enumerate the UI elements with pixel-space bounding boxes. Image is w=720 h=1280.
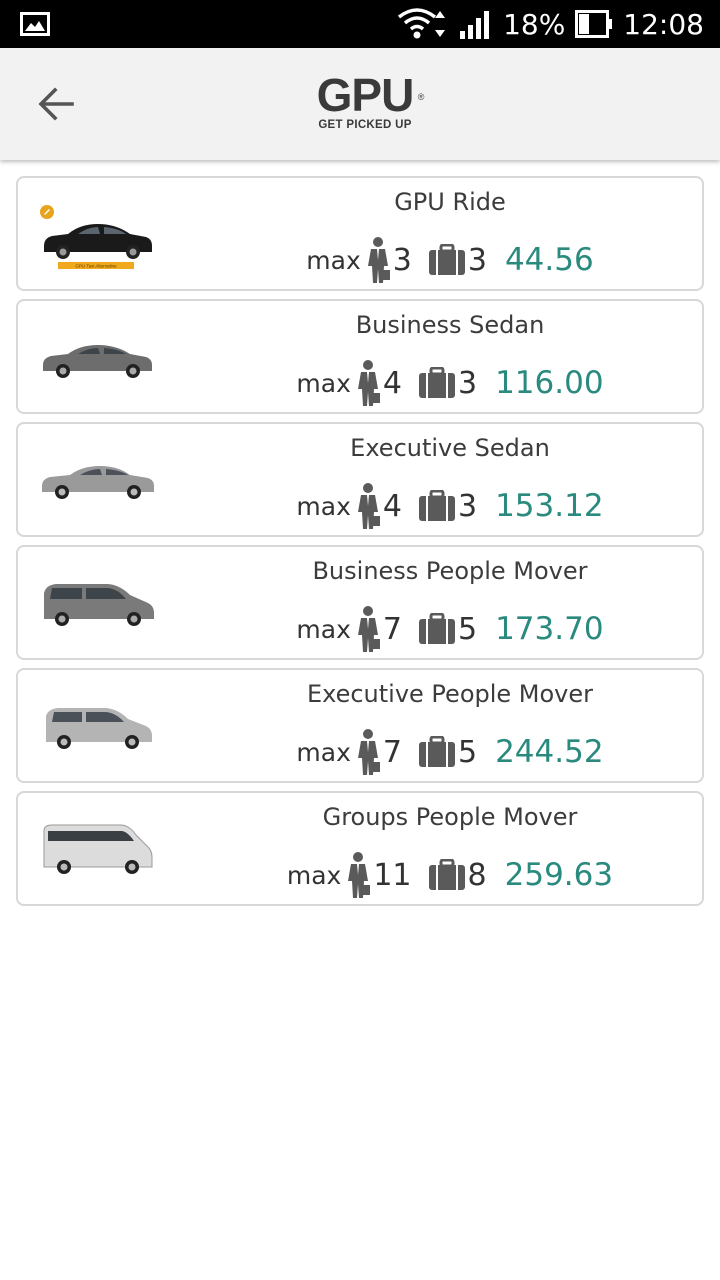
vehicle-specs: max 4 3 153.12 [198, 480, 702, 532]
white-minibus-image [43, 824, 153, 874]
max-label: max [296, 614, 351, 644]
vehicle-card-executive-people-mover[interactable]: Executive People Mover max 7 5 244.52 [16, 668, 704, 783]
passenger-icon [357, 728, 381, 776]
vehicle-card-business-people-mover[interactable]: Business People Mover max 7 5 173.70 [16, 545, 704, 660]
luggage-icon [428, 859, 466, 891]
passenger-icon [357, 482, 381, 530]
battery-icon [575, 10, 613, 38]
luggage-count: 3 [457, 488, 478, 524]
max-label: max [296, 491, 351, 521]
luggage-count: 5 [457, 734, 478, 770]
price: 153.12 [495, 488, 604, 524]
luggage-count: 8 [467, 857, 487, 893]
logo-text: GPU [316, 69, 415, 121]
vehicle-name: Executive Sedan [350, 434, 550, 462]
vehicle-name: Business Sedan [355, 311, 545, 339]
price: 244.52 [495, 734, 604, 770]
vehicle-name: Groups People Mover [322, 803, 578, 831]
signal-icon [459, 9, 493, 39]
gpu-logo: GPU ® GET PICKED UP [300, 72, 430, 136]
passenger-count: 4 [382, 488, 402, 524]
battery-percent: 18% [503, 7, 566, 41]
back-button[interactable] [26, 76, 86, 132]
luggage-count: 5 [457, 611, 478, 647]
vehicle-specs: max 7 5 244.52 [198, 726, 702, 778]
price: 116.00 [495, 365, 604, 401]
passenger-icon [347, 851, 371, 899]
vehicle-card-business-sedan[interactable]: Business Sedan max 4 3 116.00 [16, 299, 704, 414]
passenger-count: 3 [392, 242, 412, 278]
vehicle-name: Executive People Mover [306, 680, 594, 708]
luggage-count: 3 [457, 365, 478, 401]
passenger-count: 11 [373, 857, 412, 893]
luggage-icon [418, 736, 456, 768]
vehicle-card-groups-people-mover[interactable]: Groups People Mover max 11 8 259.63 [16, 791, 704, 906]
price: 173.70 [495, 611, 604, 647]
app-bar: GPU ® GET PICKED UP [0, 48, 720, 160]
passenger-count: 4 [382, 365, 402, 401]
wifi-icon [397, 7, 449, 41]
vehicle-card-gpu-ride[interactable]: GPU Taxi Alternative GPU Ride max 3 3 44… [16, 176, 704, 291]
vehicle-specs: max 3 3 44.56 [198, 234, 702, 286]
vehicle-specs: max 7 5 173.70 [198, 603, 702, 655]
luggage-icon [428, 244, 466, 276]
grey-sedan-image [43, 345, 152, 378]
vehicle-name: GPU Ride [394, 188, 506, 216]
max-label: max [296, 737, 351, 767]
logo-registered-mark: ® [417, 92, 425, 102]
vehicle-list: GPU Taxi Alternative GPU Ride max 3 3 44… [16, 176, 704, 914]
luggage-icon [418, 613, 456, 645]
luggage-icon [418, 490, 456, 522]
vehicle-card-executive-sedan[interactable]: Executive Sedan max 4 3 153.12 [16, 422, 704, 537]
passenger-icon [357, 605, 381, 653]
vehicle-name: Business People Mover [312, 557, 588, 585]
passenger-icon [357, 359, 381, 407]
max-label: max [286, 860, 342, 890]
status-bar: 18% 12:08 [0, 0, 720, 48]
max-label: max [296, 368, 351, 398]
grey-van-image [44, 584, 154, 626]
price: 44.56 [504, 242, 594, 278]
vehicle-specs: max 11 8 259.63 [198, 849, 702, 901]
max-label: max [306, 245, 361, 275]
passenger-icon [367, 236, 391, 284]
badge-text: GPU Taxi Alternative [75, 264, 117, 269]
passenger-count: 7 [382, 611, 402, 647]
luggage-count: 3 [467, 242, 487, 278]
passenger-count: 7 [382, 734, 402, 770]
clock: 12:08 [623, 7, 704, 41]
arrow-left-icon [38, 87, 74, 121]
price: 259.63 [504, 857, 614, 893]
silver-van-image [46, 708, 152, 749]
gallery-notification-icon [20, 12, 50, 41]
silver-sedan-image [42, 466, 154, 499]
black-sedan-image: GPU Taxi Alternative [40, 205, 152, 269]
vehicle-specs: max 4 3 116.00 [198, 357, 702, 409]
luggage-icon [418, 367, 456, 399]
